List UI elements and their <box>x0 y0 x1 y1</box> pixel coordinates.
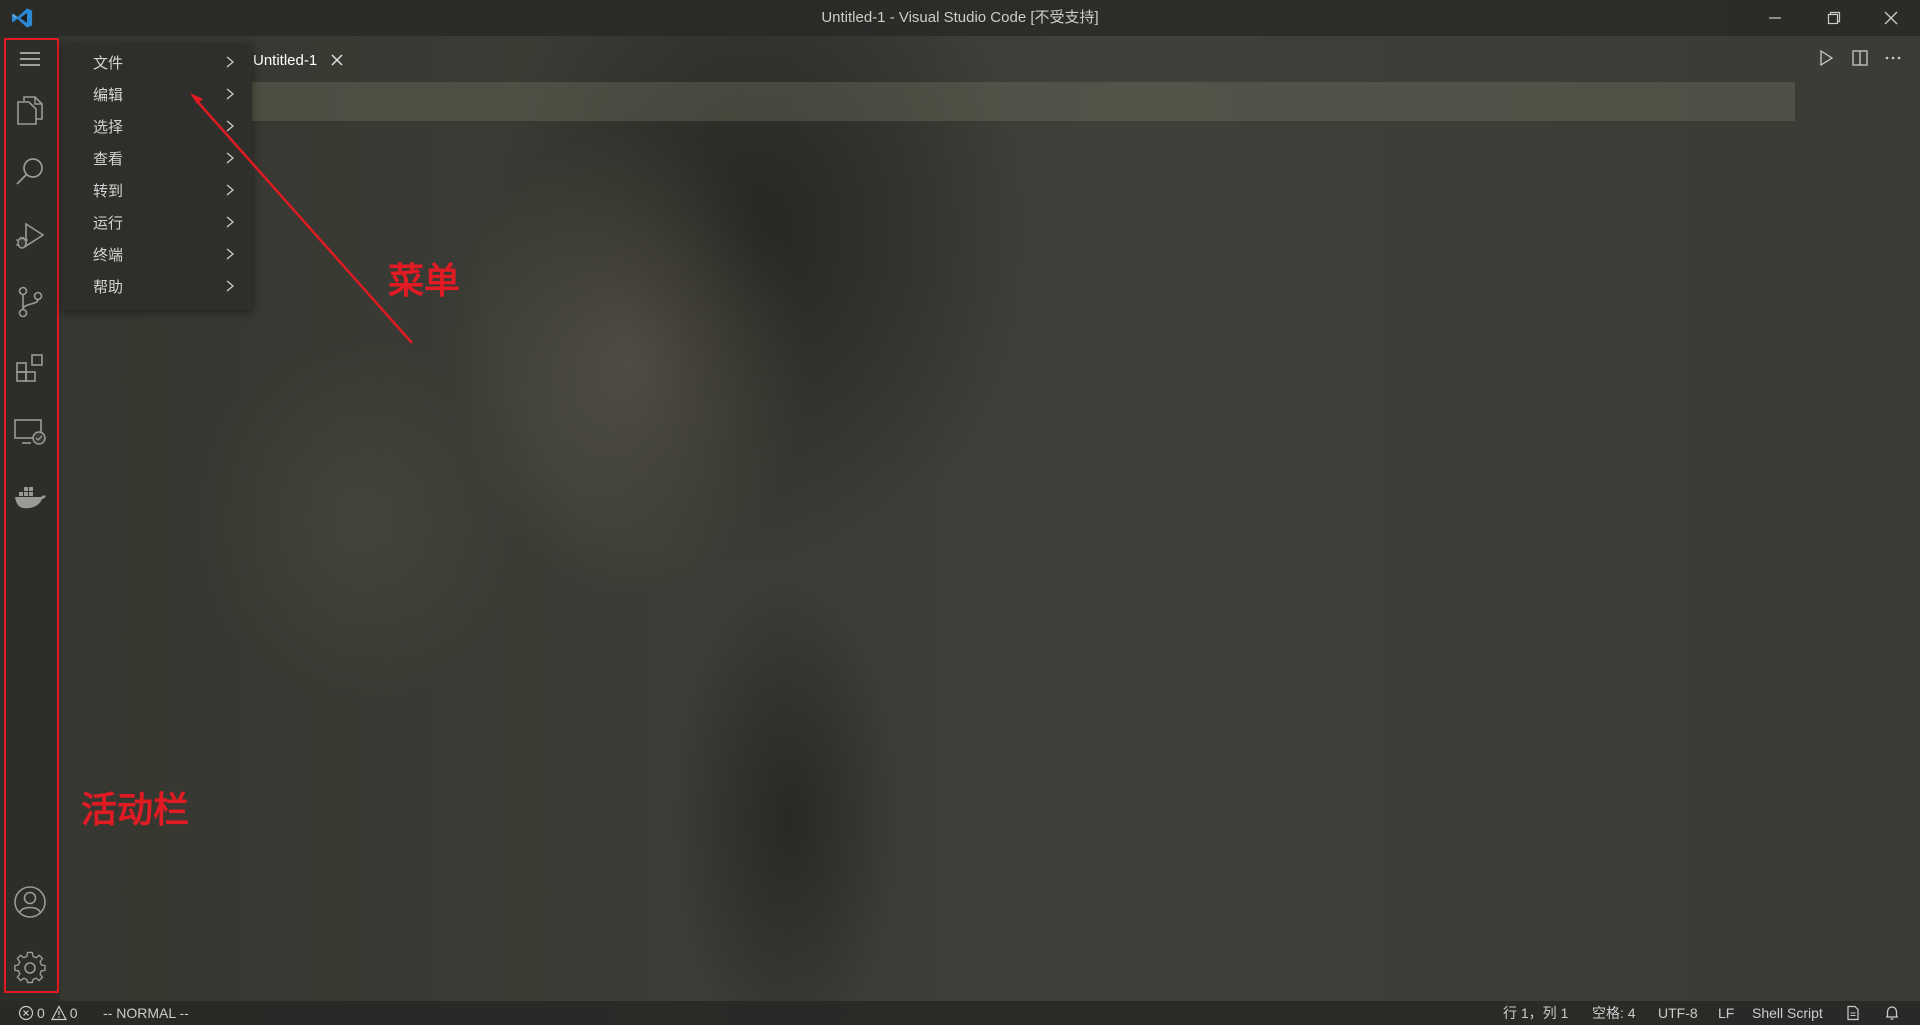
chevron-right-icon <box>226 184 235 196</box>
activity-run-debug-button[interactable] <box>12 218 48 254</box>
chevron-right-icon <box>226 248 235 260</box>
indentation-setting[interactable]: 空格: 4 <box>1592 1001 1636 1025</box>
feedback-icon <box>1847 1005 1859 1021</box>
minimize-button[interactable] <box>1752 0 1798 36</box>
status-bar: 0 0 -- NORMAL -- 行 1，列 1 空格: 4 UTF-8 LF … <box>0 1001 1920 1025</box>
menu-item-view[interactable]: 查看 <box>62 142 252 174</box>
activity-source-control-button[interactable] <box>12 284 48 320</box>
activity-menu-button[interactable] <box>12 41 48 77</box>
warning-icon <box>50 1005 67 1021</box>
activity-manage-button[interactable] <box>12 950 48 986</box>
search-icon <box>16 158 43 185</box>
language-mode[interactable]: Shell Script <box>1752 1001 1823 1025</box>
extensions-icon <box>16 354 43 382</box>
close-window-button[interactable] <box>1868 0 1914 36</box>
bell-icon <box>1886 1006 1898 1020</box>
tab-untitled-1[interactable]: Untitled-1 <box>250 36 345 84</box>
chevron-right-icon <box>226 56 235 68</box>
run-file-button[interactable] <box>1814 46 1838 70</box>
source-control-icon <box>18 286 43 318</box>
error-icon <box>18 1005 34 1021</box>
menu-item-go[interactable]: 转到 <box>62 174 252 206</box>
annotation-menu-label: 菜单 <box>388 261 461 302</box>
chevron-right-icon <box>226 280 235 292</box>
chevron-right-icon <box>226 120 235 132</box>
menu-item-selection[interactable]: 选择 <box>62 110 252 142</box>
menu-item-file[interactable]: 文件 <box>62 46 252 78</box>
docker-icon <box>15 487 46 509</box>
menu-item-edit[interactable]: 编辑 <box>62 78 252 110</box>
editor-current-line[interactable] <box>252 82 1795 121</box>
activity-search-button[interactable] <box>12 154 48 190</box>
notifications-button[interactable] <box>1884 1001 1900 1025</box>
menu-item-label: 选择 <box>93 118 124 136</box>
more-actions-button[interactable] <box>1881 46 1905 70</box>
menu-item-label: 文件 <box>93 54 124 72</box>
feedback-button[interactable] <box>1845 1001 1861 1025</box>
explorer-icon <box>17 96 43 125</box>
chevron-right-icon <box>226 152 235 164</box>
menu-item-label: 帮助 <box>93 278 124 296</box>
menu-item-label: 终端 <box>93 246 124 264</box>
minimize-icon <box>1769 17 1781 19</box>
split-editor-button[interactable] <box>1848 46 1872 70</box>
ellipsis-icon <box>1885 56 1901 60</box>
cursor-position[interactable]: 行 1，列 1 <box>1503 1001 1568 1025</box>
restore-icon <box>1827 11 1841 25</box>
activity-extensions-button[interactable] <box>12 350 48 386</box>
problems-indicator[interactable]: 0 0 <box>18 1001 78 1025</box>
chevron-right-icon <box>226 88 235 100</box>
run-debug-icon <box>16 222 45 249</box>
close-icon <box>331 54 343 66</box>
close-icon <box>1884 11 1898 25</box>
application-menu: 文件 编辑 选择 查看 转到 运行 终端 帮助 <box>62 44 252 310</box>
menu-item-label: 运行 <box>93 214 124 232</box>
tab-close-button[interactable] <box>329 52 345 68</box>
activity-bar <box>0 36 60 1001</box>
menu-item-run[interactable]: 运行 <box>62 206 252 238</box>
activity-remote-explorer-button[interactable] <box>12 414 48 450</box>
menu-item-label: 转到 <box>93 182 124 200</box>
editor-background-image <box>0 0 1920 1025</box>
split-editor-icon <box>1852 50 1868 66</box>
activity-account-button[interactable] <box>12 884 48 920</box>
eol-setting[interactable]: LF <box>1718 1001 1734 1025</box>
warning-count: 0 <box>69 1005 78 1021</box>
menu-item-help[interactable]: 帮助 <box>62 270 252 302</box>
remote-explorer-icon <box>14 419 46 445</box>
account-icon <box>14 886 46 918</box>
chevron-right-icon <box>226 216 235 228</box>
tab-label: Untitled-1 <box>253 51 318 69</box>
menu-icon <box>20 52 40 66</box>
menu-item-terminal[interactable]: 终端 <box>62 238 252 270</box>
menu-item-label: 编辑 <box>93 86 124 104</box>
window-title: Untitled-1 - Visual Studio Code [不受支持] <box>821 9 1099 26</box>
play-icon <box>1820 49 1834 67</box>
annotation-activity-bar-label: 活动栏 <box>81 790 190 831</box>
gear-icon <box>14 951 46 984</box>
restore-button[interactable] <box>1811 0 1857 36</box>
title-bar: Untitled-1 - Visual Studio Code [不受支持] <box>0 0 1920 36</box>
activity-explorer-button[interactable] <box>12 92 48 128</box>
encoding-setting[interactable]: UTF-8 <box>1658 1001 1698 1025</box>
vim-mode-indicator: -- NORMAL -- <box>103 1005 189 1021</box>
menu-item-label: 查看 <box>93 150 124 168</box>
activity-docker-button[interactable] <box>12 480 48 516</box>
error-count: 0 <box>37 1005 45 1021</box>
